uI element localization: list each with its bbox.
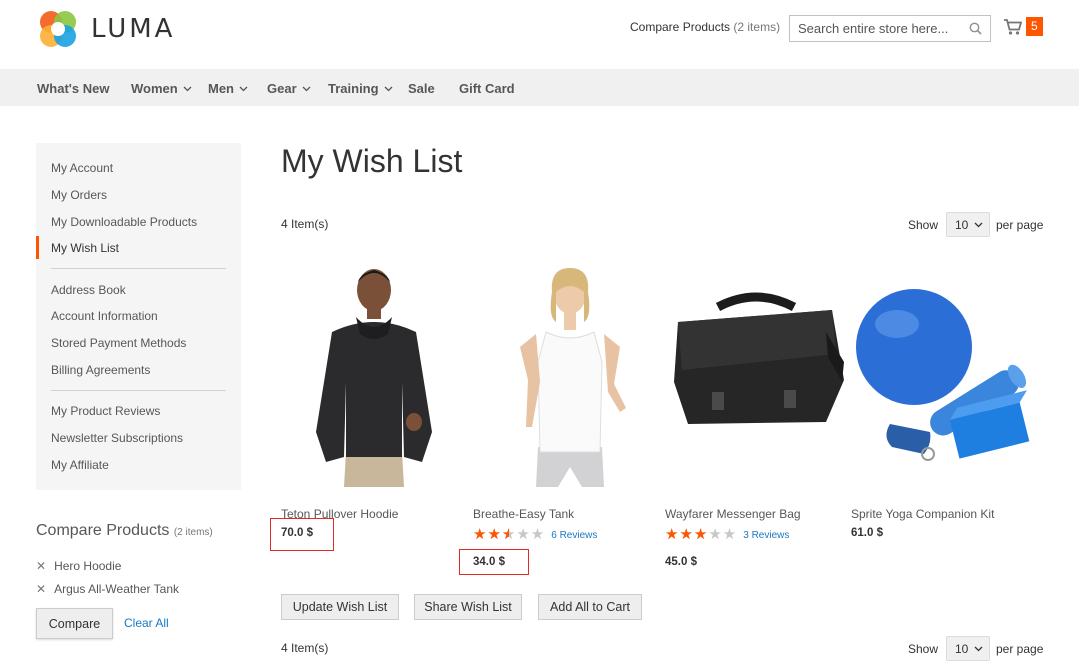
compare-title-text: Compare Products [36,522,170,539]
per-page-label: per page [996,642,1044,656]
product-price: 70.0 $ [281,527,313,539]
sidebar-item-my-account[interactable]: My Account [51,161,113,175]
show-label: Show [908,218,939,232]
product-image-bag[interactable] [666,262,846,492]
cart-count-badge: 5 [1026,17,1043,36]
product-price: 61.0 $ [851,527,883,539]
sidebar-item-downloadable-products[interactable]: My Downloadable Products [51,215,197,229]
sidebar-item-address-book[interactable]: Address Book [51,283,126,297]
remove-icon[interactable]: ✕ [36,582,46,596]
sidebar-divider [51,268,226,269]
search-input[interactable] [790,16,960,41]
nav-item-label: Sale [408,81,435,96]
minicart[interactable]: 5 [1003,17,1043,36]
search-box [789,15,991,42]
logo-text: LUMA [91,14,176,44]
chevron-down-icon [974,646,983,652]
luma-logo[interactable]: LUMA [37,8,175,50]
page-title: My Wish List [281,143,463,179]
compare-item-name[interactable]: Hero Hoodie [54,559,121,573]
chevron-down-icon [384,86,393,92]
nav-item-label: What's New [37,81,110,96]
chevron-down-icon [239,86,248,92]
sidebar-item-my-orders[interactable]: My Orders [51,188,107,202]
sidebar-item-my-wish-list: My Wish List [51,241,120,255]
luma-logo-icon [40,11,76,47]
nav-item-gift-card[interactable]: Gift Card [459,81,515,96]
compare-item-name[interactable]: Argus All-Weather Tank [54,582,179,596]
sidebar-item-account-information[interactable]: Account Information [51,309,158,323]
chevron-down-icon [974,222,983,228]
compare-products-count: (2 items) [733,20,781,34]
sidebar-item-my-affiliate[interactable]: My Affiliate [51,458,109,472]
clear-all-link[interactable]: Clear All [124,616,169,630]
chevron-down-icon [302,86,311,92]
account-sidebar: My Account My Orders My Downloadable Pro… [36,143,241,490]
nav-item-label: Men [208,81,234,96]
nav-item-sale[interactable]: Sale [408,81,435,96]
rating-fill: ★★★★★ [473,528,509,542]
compare-products-label[interactable]: Compare Products [630,20,730,34]
product-image-yoga-kit[interactable] [852,262,1032,492]
nav-item-label: Gift Card [459,81,515,96]
item-count: 4 Item(s) [281,641,329,655]
product-name-link[interactable]: Sprite Yoga Companion Kit [851,507,994,521]
reviews-link[interactable]: 3 Reviews [743,530,789,541]
product-rating: ★★★★★★★★★★ 3 Reviews [665,526,789,543]
product-name-link[interactable]: Breathe-Easy Tank [473,507,574,521]
per-page-value: 10 [955,218,969,232]
nav-item-label: Women [131,81,178,96]
nav-item-gear[interactable]: Gear [267,81,311,96]
compare-title-count: (2 items) [173,527,213,538]
chevron-down-icon [183,86,192,92]
product-rating: ★★★★★★★★★★ 6 Reviews [473,526,597,543]
rating-stars: ★★★★★★★★★★ [473,526,546,543]
nav-item-label: Gear [267,81,297,96]
update-wish-list-button[interactable]: Update Wish List [281,594,399,620]
share-wish-list-button[interactable]: Share Wish List [414,594,522,620]
sidebar-item-billing-agreements[interactable]: Billing Agreements [51,363,150,377]
compare-products-block: Compare Products (2 items) [36,522,213,540]
product-name-link[interactable]: Wayfarer Messenger Bag [665,507,801,521]
compare-list-item: ✕ Argus All-Weather Tank [36,582,179,596]
nav-item-women[interactable]: Women [131,81,192,96]
compare-products-link[interactable]: Compare Products (2 items) [630,20,780,34]
nav-item-label: Training [328,81,379,96]
product-price: 34.0 $ [473,556,505,568]
product-image-tank[interactable] [480,262,660,492]
show-label: Show [908,642,939,656]
main-navigation: What's New Women Men Gear Training Sale … [0,69,1079,106]
nav-item-whats-new[interactable]: What's New [37,81,109,96]
product-image-hoodie[interactable] [284,262,464,492]
compare-products-title: Compare Products (2 items) [36,522,213,540]
sidebar-item-newsletter-subscriptions[interactable]: Newsletter Subscriptions [51,431,183,445]
nav-item-training[interactable]: Training [328,81,393,96]
compare-list-item: ✕ Hero Hoodie [36,559,121,573]
item-count: 4 Item(s) [281,217,329,231]
remove-icon[interactable]: ✕ [36,559,46,573]
sidebar-item-product-reviews[interactable]: My Product Reviews [51,404,160,418]
active-indicator [36,236,39,259]
per-page-select[interactable]: 10 [946,636,990,661]
reviews-link[interactable]: 6 Reviews [551,530,597,541]
per-page-select[interactable]: 10 [946,212,990,237]
rating-fill: ★★★★★ [665,528,709,542]
nav-item-men[interactable]: Men [208,81,248,96]
product-price: 45.0 $ [665,556,697,568]
header: LUMA Compare Products (2 items) 5 [0,0,1079,69]
per-page-value: 10 [955,642,969,656]
search-icon[interactable] [969,22,982,35]
sidebar-divider [51,390,226,391]
add-all-to-cart-button[interactable]: Add All to Cart [538,594,642,620]
rating-stars: ★★★★★★★★★★ [665,526,738,543]
compare-button[interactable]: Compare [36,608,113,639]
sidebar-item-stored-payment-methods[interactable]: Stored Payment Methods [51,336,186,350]
per-page-label: per page [996,218,1044,232]
cart-icon[interactable] [1003,18,1023,36]
